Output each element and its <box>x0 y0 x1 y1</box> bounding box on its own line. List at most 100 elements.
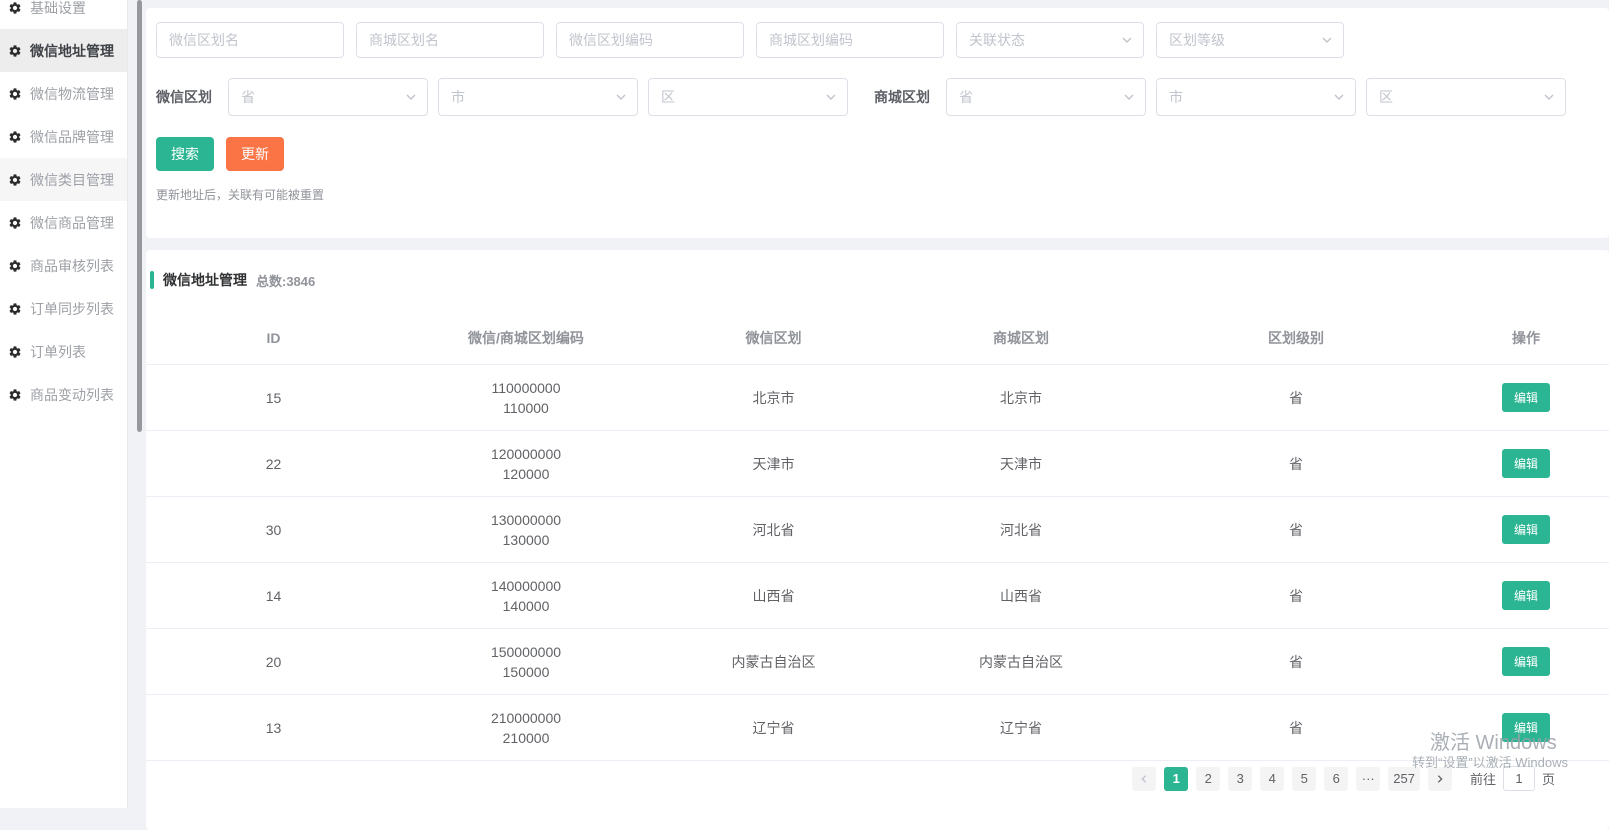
cell-id: 30 <box>146 522 401 538</box>
table-row: 15 110000000 110000 北京市 北京市 省 编辑 <box>146 365 1609 431</box>
sidebar-item-order-list[interactable]: 订单列表 <box>0 330 127 373</box>
cell-level: 省 <box>1146 520 1446 540</box>
sidebar-item-wechat-category[interactable]: 微信类目管理 <box>0 158 127 201</box>
sidebar-menu: 基础设置 微信地址管理 微信物流管理 微信品牌管理 微信类目管理 微信商品管理 … <box>0 0 127 416</box>
wechat-code: 140000000 <box>401 576 651 596</box>
header-code: 微信/商城区划编码 <box>401 328 651 348</box>
sidebar-item-label: 商品变动列表 <box>30 385 114 405</box>
sidebar-item-wechat-logistics[interactable]: 微信物流管理 <box>0 72 127 115</box>
sidebar-item-label: 微信商品管理 <box>30 213 114 233</box>
mall-code: 210000 <box>401 728 651 748</box>
mall-city-select[interactable]: 市 <box>1156 78 1356 116</box>
cell-id: 15 <box>146 390 401 406</box>
edit-button[interactable]: 编辑 <box>1502 581 1550 610</box>
sidebar-item-product-review-list[interactable]: 商品审核列表 <box>0 244 127 287</box>
page-ellipsis-button[interactable]: ··· <box>1356 767 1380 791</box>
sidebar-item-wechat-brand[interactable]: 微信品牌管理 <box>0 115 127 158</box>
cell-level: 省 <box>1146 652 1446 672</box>
wechat-code: 150000000 <box>401 642 651 662</box>
chevron-right-icon <box>1435 774 1445 784</box>
prev-page-button[interactable] <box>1132 767 1156 791</box>
table-row: 30 130000000 130000 河北省 河北省 省 编辑 <box>146 497 1609 563</box>
mall-region-code-input[interactable] <box>756 22 944 58</box>
table-row: 14 140000000 140000 山西省 山西省 省 编辑 <box>146 563 1609 629</box>
edit-button[interactable]: 编辑 <box>1502 515 1550 544</box>
goto-page-input[interactable] <box>1503 766 1535 791</box>
page-button-2[interactable]: 2 <box>1196 767 1220 791</box>
sidebar-item-label: 订单同步列表 <box>30 299 114 319</box>
cell-level: 省 <box>1146 454 1446 474</box>
address-table: ID 微信/商城区划编码 微信区划 商城区划 区划级别 操作 15 110000… <box>146 312 1609 761</box>
wechat-code: 120000000 <box>401 444 651 464</box>
wechat-city-select[interactable]: 市 <box>438 78 638 116</box>
sidebar-item-label: 商品审核列表 <box>30 256 114 276</box>
mall-region-label: 商城区划 <box>874 87 930 107</box>
page-button-5[interactable]: 5 <box>1292 767 1316 791</box>
cell-codes: 110000000 110000 <box>401 378 651 418</box>
page-title: 微信地址管理 <box>163 270 247 290</box>
chevron-down-icon <box>615 91 627 103</box>
table-row: 13 210000000 210000 辽宁省 辽宁省 省 编辑 <box>146 695 1609 761</box>
wechat-province-select[interactable]: 省 <box>228 78 428 116</box>
chevron-down-icon <box>405 91 417 103</box>
cell-level: 省 <box>1146 388 1446 408</box>
edit-button[interactable]: 编辑 <box>1502 449 1550 478</box>
cell-level: 省 <box>1146 586 1446 606</box>
wechat-region-name-input[interactable] <box>156 22 344 58</box>
filter-row-1: 关联状态 区划等级 <box>156 22 1344 58</box>
sidebar-scrollbar[interactable] <box>137 0 142 432</box>
page-button-3[interactable]: 3 <box>1228 767 1252 791</box>
wechat-region-code-input[interactable] <box>556 22 744 58</box>
wechat-code: 110000000 <box>401 378 651 398</box>
relation-status-placeholder: 关联状态 <box>969 30 1025 50</box>
relation-status-select[interactable]: 关联状态 <box>956 22 1144 58</box>
cell-mall-region: 山西省 <box>896 586 1146 606</box>
page-unit-label: 页 <box>1542 769 1555 788</box>
search-button[interactable]: 搜索 <box>156 137 214 171</box>
mall-code: 130000 <box>401 530 651 550</box>
sidebar-item-product-change-list[interactable]: 商品变动列表 <box>0 373 127 416</box>
page-button-6[interactable]: 6 <box>1324 767 1348 791</box>
page-button-1[interactable]: 1 <box>1164 767 1188 791</box>
cell-wechat-region: 辽宁省 <box>651 718 896 738</box>
gear-icon <box>8 87 22 101</box>
cell-id: 13 <box>146 720 401 736</box>
cell-wechat-region: 天津市 <box>651 454 896 474</box>
mall-district-select[interactable]: 区 <box>1366 78 1566 116</box>
update-button[interactable]: 更新 <box>226 137 284 171</box>
district-placeholder: 区 <box>1379 87 1393 107</box>
edit-button[interactable]: 编辑 <box>1502 647 1550 676</box>
header-wechat-region: 微信区划 <box>651 328 896 348</box>
city-placeholder: 市 <box>451 87 465 107</box>
update-warning-note: 更新地址后，关联有可能被重置 <box>156 186 324 203</box>
page-button-257[interactable]: 257 <box>1388 767 1420 791</box>
division-level-select[interactable]: 区划等级 <box>1156 22 1344 58</box>
edit-button[interactable]: 编辑 <box>1502 713 1550 742</box>
cell-mall-region: 河北省 <box>896 520 1146 540</box>
mall-region-name-input[interactable] <box>356 22 544 58</box>
sidebar-item-wechat-address[interactable]: 微信地址管理 <box>0 29 127 72</box>
sidebar-item-order-sync-list[interactable]: 订单同步列表 <box>0 287 127 330</box>
gear-icon <box>8 173 22 187</box>
chevron-down-icon <box>1123 91 1135 103</box>
wechat-district-select[interactable]: 区 <box>648 78 848 116</box>
sidebar-item-label: 微信地址管理 <box>30 41 114 61</box>
edit-button[interactable]: 编辑 <box>1502 383 1550 412</box>
province-placeholder: 省 <box>241 87 255 107</box>
next-page-button[interactable] <box>1428 767 1452 791</box>
mall-province-select[interactable]: 省 <box>946 78 1146 116</box>
sidebar-item-basic-settings[interactable]: 基础设置 <box>0 0 127 29</box>
wechat-region-label: 微信区划 <box>156 87 212 107</box>
mall-code: 110000 <box>401 398 651 418</box>
wechat-code: 210000000 <box>401 708 651 728</box>
division-level-placeholder: 区划等级 <box>1169 30 1225 50</box>
gear-icon <box>8 44 22 58</box>
sidebar-item-label: 微信类目管理 <box>30 170 114 190</box>
gear-icon <box>8 216 22 230</box>
cell-codes: 150000000 150000 <box>401 642 651 682</box>
table-row: 22 120000000 120000 天津市 天津市 省 编辑 <box>146 431 1609 497</box>
page-button-4[interactable]: 4 <box>1260 767 1284 791</box>
sidebar-item-wechat-product[interactable]: 微信商品管理 <box>0 201 127 244</box>
province-placeholder: 省 <box>959 87 973 107</box>
cell-mall-region: 天津市 <box>896 454 1146 474</box>
